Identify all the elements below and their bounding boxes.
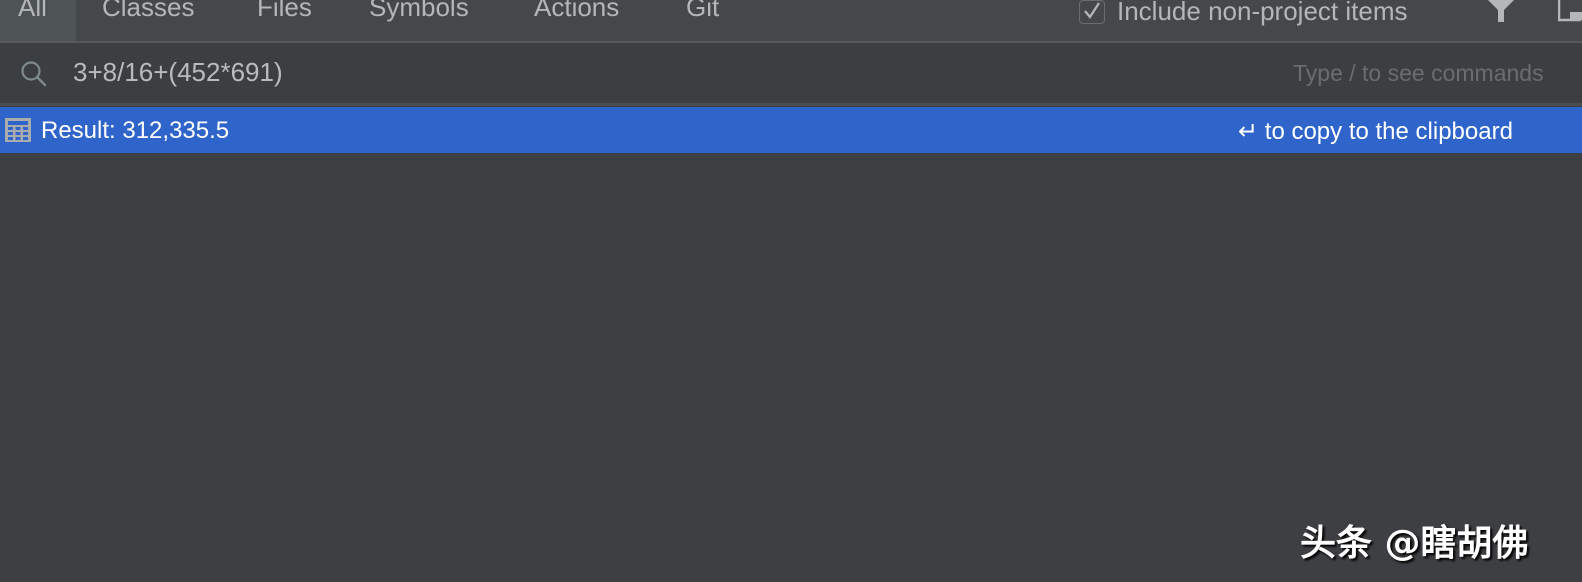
tab-label: All [18,0,47,22]
search-row: Type / to see commands [0,43,1582,106]
tab-label: Actions [534,0,620,22]
search-hint: Type / to see commands [1293,60,1544,86]
search-everywhere-tabbar: All Classes Files Symbols Actions Git In… [0,0,1582,43]
tab-label: Classes [102,0,195,22]
calculator-icon [5,118,31,142]
include-non-project-checkbox[interactable] [1079,0,1105,24]
tab-label: Files [257,0,312,22]
preview-icon[interactable] [1558,0,1582,22]
tab-symbols[interactable]: Symbols [369,0,469,41]
tab-label: Symbols [369,0,469,22]
result-text: Result: 312,335.5 [41,117,230,144]
tab-actions[interactable]: Actions [534,0,619,41]
search-input[interactable] [73,55,1223,89]
checkmark-icon [1084,2,1100,19]
tab-classes[interactable]: Classes [102,0,194,41]
copy-to-clipboard-hint: ↵ to copy to the clipboard [1238,118,1513,145]
tab-files[interactable]: Files [257,0,312,41]
include-non-project-label: Include non-project items [1117,0,1408,26]
tab-label: Git [686,0,720,22]
include-non-project-items[interactable]: Include non-project items [1079,0,1407,41]
filter-icon[interactable] [1488,0,1514,24]
result-list-item[interactable]: Result: 312,335.5 ↵ to copy to the clipb… [0,107,1582,153]
tab-git[interactable]: Git [686,0,719,41]
watermark: 头条 @瞎胡佛 [1300,523,1529,564]
tab-all[interactable]: All [0,0,76,41]
search-icon [21,61,47,87]
